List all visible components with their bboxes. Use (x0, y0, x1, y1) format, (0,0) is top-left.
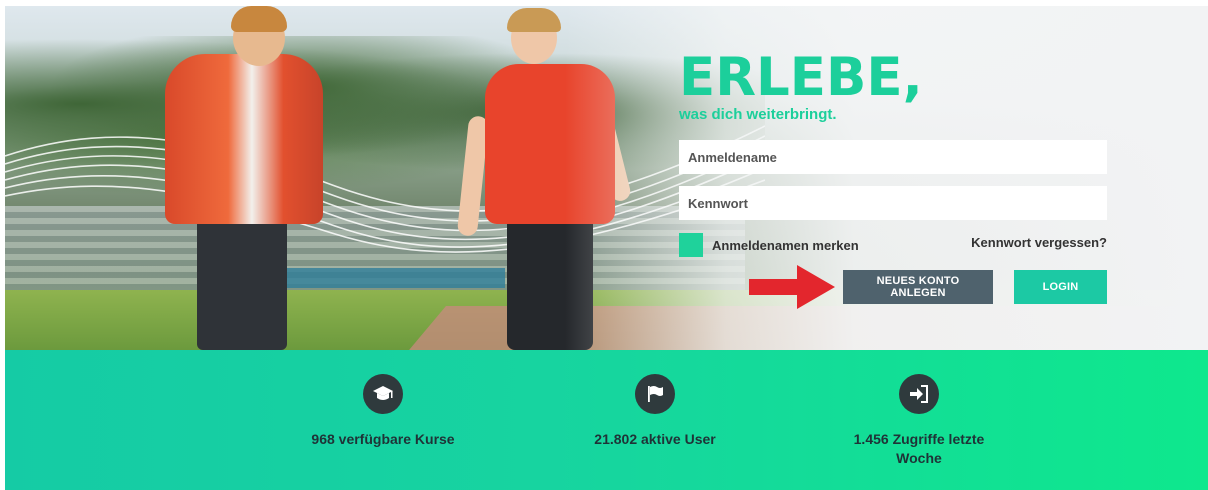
hero-headline: ERLEBE, (679, 47, 923, 108)
stat-users-text: 21.802 aktive User (594, 431, 716, 447)
hero-subline: was dich weiterbringt. (679, 106, 837, 123)
stat-accesses: 1.456 Zugriffe letzte Woche (809, 374, 1029, 468)
forgot-password-link[interactable]: Kennwort vergessen? (971, 235, 1107, 250)
password-input[interactable] (679, 186, 1107, 220)
new-account-button[interactable]: NEUES KONTO ANLEGEN (843, 270, 993, 304)
stat-courses-text: 968 verfügbare Kurse (311, 431, 455, 447)
hero-banner: ERLEBE, was dich weiterbringt. Anmeldena… (5, 6, 1208, 350)
graduation-cap-icon (363, 374, 403, 414)
stat-users: 21.802 aktive User (545, 374, 765, 449)
stats-band: 968 verfügbare Kurse 21.802 aktive User … (5, 350, 1208, 490)
red-arrow-annotation (749, 265, 835, 309)
remember-username-row[interactable]: Anmeldenamen merken (679, 233, 859, 257)
athlete-man-jacket (165, 54, 323, 224)
athlete-man-legs (197, 216, 287, 350)
athlete-woman-hair (507, 8, 561, 32)
login-button[interactable]: LOGIN (1014, 270, 1107, 304)
athlete-man-hair (231, 6, 287, 32)
username-input[interactable] (679, 140, 1107, 174)
remember-username-checkbox[interactable] (679, 233, 703, 257)
sign-in-icon (899, 374, 939, 414)
stat-courses: 968 verfügbare Kurse (273, 374, 493, 449)
flag-icon (635, 374, 675, 414)
login-page: ERLEBE, was dich weiterbringt. Anmeldena… (5, 6, 1208, 490)
remember-username-label[interactable]: Anmeldenamen merken (712, 238, 859, 253)
background-track-barrier (275, 268, 505, 288)
stat-accesses-text: 1.456 Zugriffe letzte Woche (853, 431, 985, 466)
